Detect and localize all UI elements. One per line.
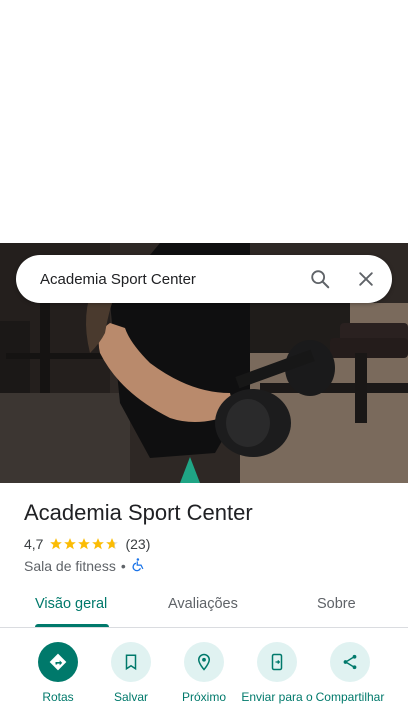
nearby-label: Próximo: [181, 690, 226, 704]
share-icon: [330, 642, 370, 682]
blank-area: [0, 0, 408, 243]
rating-stars: [49, 537, 119, 551]
send-to-phone-button[interactable]: Enviar para o: [237, 642, 317, 704]
directions-label: Rotas: [42, 690, 74, 704]
category-row: Sala de fitness •: [24, 557, 146, 575]
active-tab-indicator: [35, 624, 109, 627]
place-category: Sala de fitness: [24, 558, 116, 574]
rating-value: 4,7: [24, 536, 44, 552]
half-star-icon: [106, 538, 119, 550]
tab-reviews[interactable]: Avaliações: [168, 596, 238, 612]
send-to-phone-label: Enviar para o: [241, 690, 313, 704]
tab-about[interactable]: Sobre: [317, 596, 356, 612]
wheelchair-accessible-icon: [131, 557, 146, 575]
share-button[interactable]: Compartilhar: [310, 642, 390, 704]
place-tabs: Visão geral Avaliações Sobre: [0, 586, 408, 628]
close-icon[interactable]: [346, 259, 386, 299]
star-icon: [50, 538, 63, 550]
reviews-count[interactable]: (23): [125, 536, 150, 552]
nearby-icon: [184, 642, 224, 682]
save-button[interactable]: Salvar: [91, 642, 171, 704]
save-label: Salvar: [113, 690, 148, 704]
search-icon[interactable]: [300, 259, 340, 299]
bookmark-icon: [111, 642, 151, 682]
separator: •: [120, 558, 126, 574]
directions-icon: [38, 642, 78, 682]
search-bar[interactable]: Academia Sport Center: [16, 255, 392, 303]
send-to-phone-icon: [257, 642, 297, 682]
star-icon: [92, 538, 105, 550]
tab-overview[interactable]: Visão geral: [35, 596, 107, 612]
search-input[interactable]: Academia Sport Center: [16, 271, 300, 288]
rating-row[interactable]: 4,7 (23): [24, 536, 150, 552]
nearby-button[interactable]: Próximo: [164, 642, 244, 704]
star-icon: [64, 538, 77, 550]
directions-button[interactable]: Rotas: [18, 642, 98, 704]
star-icon: [78, 538, 91, 550]
action-bar: Rotas Salvar Próximo Enviar para o Compa…: [0, 642, 408, 726]
share-label: Compartilhar: [315, 690, 385, 704]
place-name: Academia Sport Center: [24, 500, 253, 525]
